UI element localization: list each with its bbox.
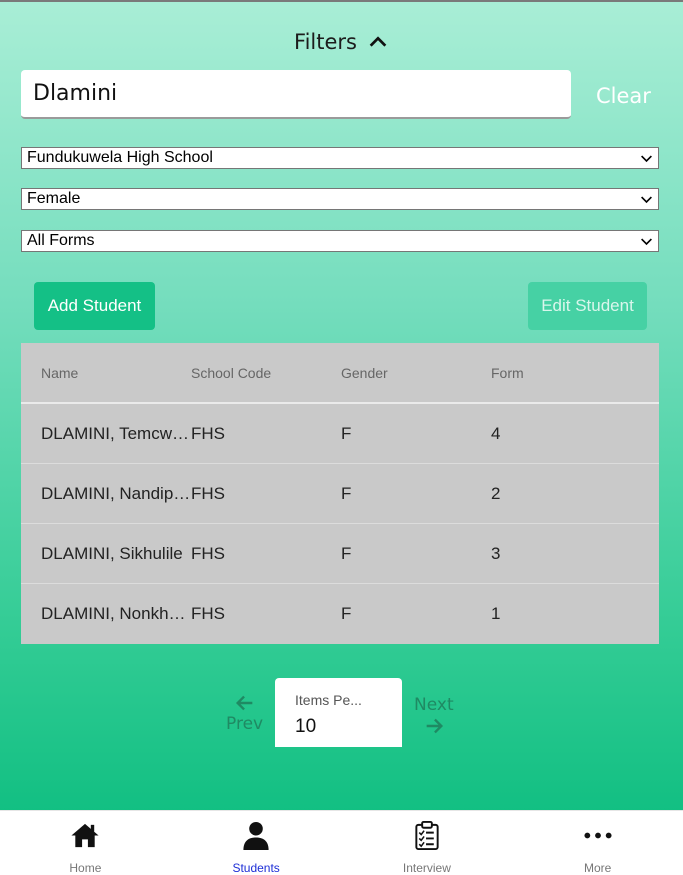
cell-form: 1 <box>491 604 501 623</box>
chevron-up-icon <box>369 36 387 47</box>
search-field[interactable] <box>21 70 571 119</box>
cell-name: DLAMINI, Nonkhululeko <box>41 604 191 623</box>
gender-select[interactable]: Female <box>21 188 659 210</box>
arrow-left-icon <box>235 695 252 711</box>
chevron-down-icon <box>641 196 652 204</box>
form-select[interactable]: All Forms <box>21 230 659 252</box>
cell-gender: F <box>341 423 352 443</box>
tab-students[interactable]: Students <box>171 811 342 875</box>
table-row[interactable]: DLAMINI, Nandipha FHS F 2 <box>21 464 659 524</box>
items-per-page-value: 10 <box>295 716 317 737</box>
tab-more[interactable]: More <box>512 811 683 875</box>
next-page-button[interactable]: Next <box>414 695 454 737</box>
table-row[interactable]: DLAMINI, Temcwasi FHS F 4 <box>21 404 659 464</box>
tab-interview[interactable]: Interview <box>342 811 513 875</box>
table-row[interactable]: DLAMINI, Nonkhululeko FHS F 1 <box>21 584 659 644</box>
cell-form: 3 <box>491 543 501 563</box>
cell-school-code: FHS <box>191 604 225 623</box>
edit-student-button[interactable]: Edit Student <box>528 282 647 330</box>
clipboard-list-icon <box>415 820 439 851</box>
user-icon <box>243 821 269 851</box>
cell-name: DLAMINI, Sikhulile <box>41 543 183 563</box>
more-icon <box>584 832 612 839</box>
items-per-page-label: Items Pe... <box>295 692 362 708</box>
tab-home[interactable]: Home <box>0 811 171 875</box>
gender-select-value: Female <box>27 190 81 207</box>
cell-school-code: FHS <box>191 483 225 503</box>
search-input[interactable] <box>21 70 571 117</box>
table-header: Name School Code Gender Form <box>21 343 659 404</box>
clear-button[interactable]: Clear <box>596 84 651 108</box>
cell-gender: F <box>341 543 352 563</box>
students-table: Name School Code Gender Form DLAMINI, Te… <box>21 343 659 644</box>
cell-form: 4 <box>491 423 501 443</box>
bottom-tab-bar: Home Students Interview More <box>0 810 683 875</box>
header-school-code[interactable]: School Code <box>191 365 341 381</box>
add-student-button[interactable]: Add Student <box>34 282 155 330</box>
prev-label: Prev <box>226 714 264 734</box>
school-select[interactable]: Fundukuwela High School <box>21 147 659 169</box>
header-form[interactable]: Form <box>491 365 641 381</box>
chevron-down-icon <box>641 238 652 246</box>
chevron-down-icon <box>641 155 652 163</box>
home-icon <box>71 823 99 848</box>
cell-name: DLAMINI, Nandipha <box>41 483 191 503</box>
cell-gender: F <box>341 483 352 503</box>
arrow-right-icon <box>426 718 443 734</box>
cell-form: 2 <box>491 483 501 503</box>
prev-page-button[interactable]: Prev <box>226 692 263 734</box>
cell-name: DLAMINI, Temcwasi <box>41 423 191 443</box>
school-select-value: Fundukuwela High School <box>27 149 213 166</box>
filters-toggle[interactable]: Filters <box>0 30 683 54</box>
next-label: Next <box>414 695 454 715</box>
cell-school-code: FHS <box>191 543 225 563</box>
header-gender[interactable]: Gender <box>341 365 491 381</box>
items-per-page-select[interactable]: Items Pe... 10 <box>275 678 402 747</box>
form-select-value: All Forms <box>27 232 95 249</box>
filters-title: Filters <box>294 30 357 54</box>
cell-gender: F <box>341 604 352 623</box>
header-name[interactable]: Name <box>21 365 191 381</box>
table-row[interactable]: DLAMINI, Sikhulile FHS F 3 <box>21 524 659 584</box>
cell-school-code: FHS <box>191 423 225 443</box>
